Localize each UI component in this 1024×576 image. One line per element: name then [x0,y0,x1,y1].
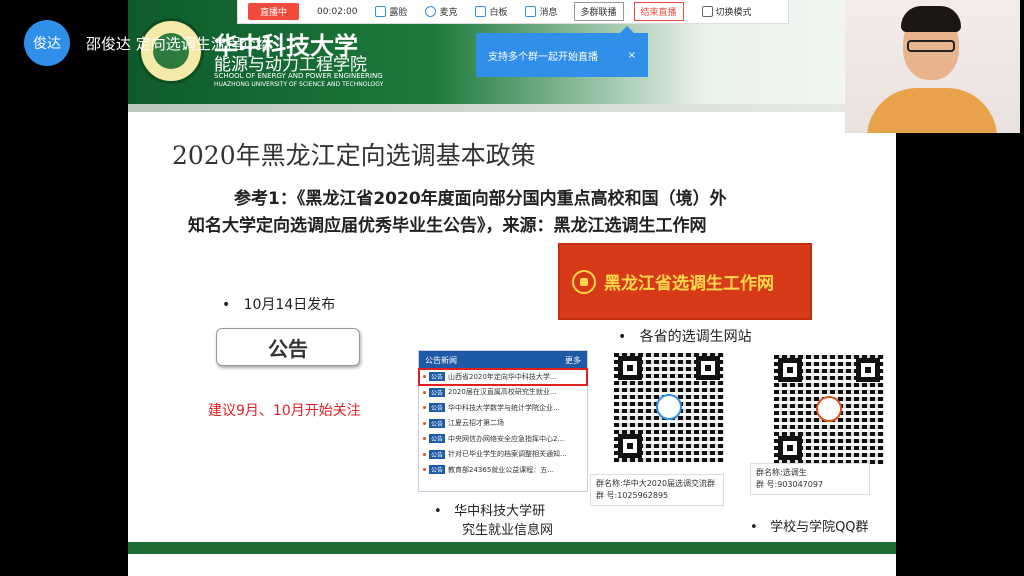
news-list-item[interactable]: 公告 江夏云招才第二场 [419,416,587,432]
camera-toggle[interactable]: 露脸 [375,5,407,18]
news-panel-header: 公告新闻 更多 [419,351,587,369]
qq-group-1-number: 群 号:1025962895 [596,491,669,500]
suggestion-text: 建议9月、10月开始关注 [208,403,361,419]
live-toolbar: 直播中 00:02:00 露脸 麦克 白板 消息 多群联播 结束直播 切换模式 [237,0,789,24]
user-avatar[interactable]: 俊达 [24,20,70,66]
end-live-button[interactable]: 结束直播 [633,2,684,21]
qq-group-card-2: 群名称:选调生 群 号:903047097 [750,463,870,495]
news-list: 公告 山西省2020年定向华中科技大学... 公告 2020届在汉直属高校研究生就业.… [418,368,588,478]
stream-title: 邵俊达 定向选调生流程介绍 [86,35,271,53]
qq-group-caption: • 学校与学院QQ群 [750,520,869,535]
bullet-dot-icon [423,375,426,379]
banner-divider [128,104,896,112]
bullet-dot-icon [423,468,426,472]
tooltip-text: 支持多个群一起开始直播 [488,51,598,63]
news-site-caption-line-2: 究生就业信息网 [462,523,554,538]
news-list-item[interactable]: 公告 2020届在汉直属高校研究生就业... [419,385,587,401]
provincial-sites-text: 各省的选调生网站 [639,329,752,345]
news-item-title: 2020届在汉直属高校研究生就业... [448,388,557,397]
news-site-caption-line-1: 华中科技大学研 [454,504,546,519]
news-list-item[interactable]: 公告 华中科技大学数学与统计学院企业... [419,400,587,416]
reference-line-2: 知名大学定向选调应届优秀毕业生公告》，来源：黑龙江选调生工作网 [188,216,707,236]
news-list-item[interactable]: 公告 针对已毕业学生的档案调整相关通知... [419,447,587,463]
news-site-caption: • 华中科技大学研 究生就业信息网 [434,504,554,538]
news-list-item[interactable]: 公告 教育部24365就业公益课程：五... [419,462,587,478]
bullet-dot-icon [423,452,426,456]
reference-line-1: 参考1：《黑龙江省2020年度面向部分国内重点高校和国（境）外 [234,189,727,209]
tooltip-close-icon[interactable]: × [628,50,636,61]
microphone-icon [425,6,437,17]
messages-button[interactable]: 消息 [525,5,558,18]
camera-label: 露脸 [389,8,408,18]
news-list-item[interactable]: 公告 山西省2020年定向华中科技大学... [418,368,588,386]
heilongjiang-site-name: 黑龙江省选调生工作网 [604,274,774,294]
release-date-text: 10月14日发布 [243,297,336,313]
messages-label: 消息 [539,8,558,18]
notice-tag: 公告 [429,418,446,428]
mic-toggle[interactable]: 麦克 [425,5,457,18]
whiteboard-label: 白板 [489,8,508,18]
live-stream-window: 华中科技大学 能源与动力工程学院 SCHOOL OF ENERGY AND PO… [0,0,1024,576]
qq-group-qr-code-1 [614,352,724,462]
presentation-slide: 华中科技大学 能源与动力工程学院 SCHOOL OF ENERGY AND PO… [128,0,896,576]
news-list-item[interactable]: 公告 中央网信办网络安全应急指挥中心2... [419,431,587,447]
bullet-dot-icon [423,390,426,394]
bullet-release-date: • 10月14日发布 [222,297,336,313]
message-icon [525,6,537,17]
notice-tag: 公告 [429,449,446,459]
whiteboard-button[interactable]: 白板 [475,5,507,18]
whiteboard-icon [475,6,487,17]
live-status-badge: 直播中 [248,3,300,20]
switch-mode-button[interactable]: 切换模式 [701,5,752,18]
notice-tag: 公告 [429,387,446,397]
news-panel-title: 公告新闻 [425,355,457,365]
bullet-dot-icon [423,421,426,425]
slide-footer-bar [128,542,896,554]
news-more-link: 更多 [565,355,581,365]
news-item-title: 江夏云招才第二场 [448,419,505,428]
multi-group-tooltip: 支持多个群一起开始直播 × [476,26,648,77]
news-item-title: 华中科技大学数学与统计学院企业... [448,403,560,412]
bullet-dot-icon [423,406,426,410]
news-item-title: 针对已毕业学生的档案调整相关通知... [448,450,567,459]
notice-tag: 公告 [429,372,446,382]
news-item-title: 山西省2020年定向华中科技大学... [448,372,557,381]
qq-group-caption-text: 学校与学院QQ群 [770,520,869,535]
school-name-en: HUAZHONG UNIVERSITY OF SCIENCE AND TECHN… [214,81,384,88]
mic-label: 麦克 [439,8,458,18]
party-emblem-icon [572,269,596,294]
qq-group-1-name: 群名称:华中大2020届选调交流群 [596,479,716,488]
bullet-provincial-sites: • 各省的选调生网站 [618,329,752,345]
notice-tag: 公告 [429,434,446,444]
notice-tag: 公告 [429,403,446,413]
qq-group-2-number: 群 号:903047097 [756,480,824,489]
multi-group-live-button[interactable]: 多群联播 [573,2,624,21]
news-item-title: 中央网信办网络安全应急指挥中心2... [448,434,565,443]
presenter-webcam [845,0,1020,133]
grid-icon [701,6,713,17]
news-panel: 公告新闻 更多 公告 山西省2020年定向华中科技大学... 公告 2020届在汉直属… [418,350,588,492]
slide-title: 2020年黑龙江定向选调基本政策 [172,141,536,170]
heilongjiang-site-banner: 黑龙江省选调生工作网 [558,243,812,320]
camera-icon [375,6,387,17]
school-dept-en: SCHOOL OF ENERGY AND POWER ENGINEERING [214,72,383,80]
switch-mode-label: 切换模式 [715,8,752,18]
bullet-dot-icon [423,437,426,441]
notice-label-box: 公告 [216,328,360,366]
qq-group-qr-code-2 [774,354,884,464]
live-timer: 00:02:00 [317,6,358,17]
qq-group-2-name: 群名称:选调生 [756,468,807,477]
news-item-title: 教育部24365就业公益课程：五... [448,465,554,474]
notice-tag: 公告 [429,465,446,475]
qq-group-card-1: 群名称:华中大2020届选调交流群 群 号:1025962895 [590,474,724,506]
